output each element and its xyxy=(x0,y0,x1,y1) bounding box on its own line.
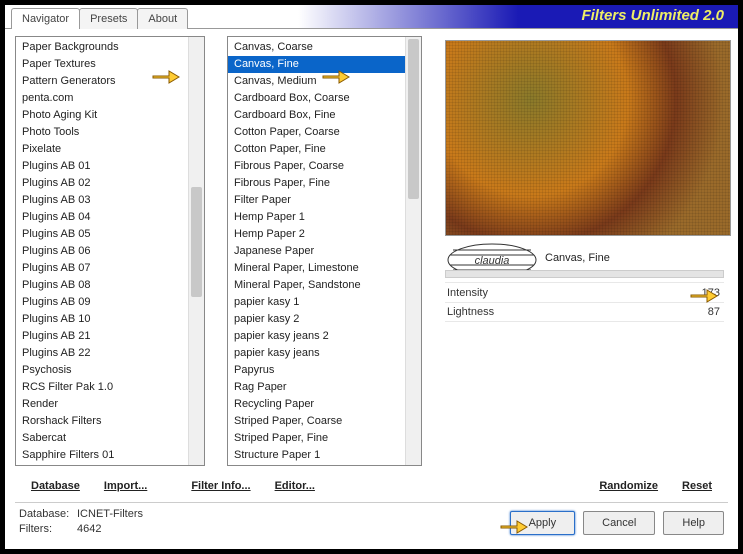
pointer-icon xyxy=(499,515,529,537)
list-item[interactable]: Plugins AB 09 xyxy=(16,294,204,311)
param-label: Lightness xyxy=(445,306,708,318)
list-item[interactable]: Plugins AB 06 xyxy=(16,243,204,260)
list-item[interactable]: Striped Paper, Fine xyxy=(228,430,421,447)
param-intensity[interactable]: Intensity 173 xyxy=(445,282,724,302)
list-item[interactable]: penta.com xyxy=(16,90,204,107)
list-item[interactable]: Photo Tools xyxy=(16,124,204,141)
pointer-icon xyxy=(689,284,719,306)
param-value: 87 xyxy=(708,306,724,318)
list-item[interactable]: Papyrus xyxy=(228,362,421,379)
list-item[interactable]: Fibrous Paper, Fine xyxy=(228,175,421,192)
current-filter-name: Canvas, Fine xyxy=(545,252,610,264)
list-item[interactable]: Striped Paper, Coarse xyxy=(228,413,421,430)
app-title: Filters Unlimited 2.0 xyxy=(581,7,724,24)
pointer-icon xyxy=(151,65,181,87)
list-item[interactable]: Plugins AB 03 xyxy=(16,192,204,209)
list-item[interactable]: Render xyxy=(16,396,204,413)
list-item[interactable]: Fibrous Paper, Coarse xyxy=(228,158,421,175)
list-item[interactable]: Cardboard Box, Fine xyxy=(228,107,421,124)
list-item[interactable]: Rag Paper xyxy=(228,379,421,396)
link-randomize[interactable]: Randomize xyxy=(587,474,670,498)
param-label: Intensity xyxy=(445,287,702,299)
list-item[interactable]: Hemp Paper 2 xyxy=(228,226,421,243)
list-item[interactable]: Japanese Paper xyxy=(228,243,421,260)
list-item[interactable]: Plugins AB 05 xyxy=(16,226,204,243)
list-item[interactable]: Plugins AB 21 xyxy=(16,328,204,345)
status-info: Database:ICNET-Filters Filters:4642 xyxy=(19,507,143,537)
help-button[interactable]: Help xyxy=(663,511,724,535)
link-row-right: Randomize Reset xyxy=(587,474,724,498)
link-row-left: Database Import... Filter Info... Editor… xyxy=(19,474,327,498)
status-filters-value: 4642 xyxy=(77,523,101,535)
tab-navigator[interactable]: Navigator xyxy=(11,8,80,29)
list-item[interactable]: Hemp Paper 1 xyxy=(228,209,421,226)
button-row: Apply Cancel Help xyxy=(510,511,724,535)
list-item[interactable]: Cotton Paper, Fine xyxy=(228,141,421,158)
param-lightness[interactable]: Lightness 87 xyxy=(445,302,724,322)
list-item[interactable]: Cardboard Box, Coarse xyxy=(228,90,421,107)
tabset: Navigator Presets About xyxy=(11,8,187,29)
preview-image xyxy=(445,40,731,236)
list-item[interactable]: Plugins AB 08 xyxy=(16,277,204,294)
svg-text:claudia: claudia xyxy=(475,255,510,267)
pointer-icon xyxy=(321,65,351,87)
link-import[interactable]: Import... xyxy=(92,474,159,498)
tab-presets[interactable]: Presets xyxy=(79,8,138,29)
list-item[interactable]: papier kasy 2 xyxy=(228,311,421,328)
tab-about[interactable]: About xyxy=(137,8,188,29)
list-item[interactable]: Recycling Paper xyxy=(228,396,421,413)
list-item[interactable]: Psychosis xyxy=(16,362,204,379)
status-db-label: Database: xyxy=(19,507,77,522)
link-filter-info[interactable]: Filter Info... xyxy=(179,474,262,498)
list-item[interactable]: Canvas, Coarse xyxy=(228,39,421,56)
parameter-list: Intensity 173 Lightness 87 xyxy=(445,282,724,322)
link-editor[interactable]: Editor... xyxy=(263,474,327,498)
list-item[interactable]: Plugins AB 10 xyxy=(16,311,204,328)
list-item[interactable]: Pixelate xyxy=(16,141,204,158)
list-item[interactable]: Paper Backgrounds xyxy=(16,39,204,56)
status-db-value: ICNET-Filters xyxy=(77,508,143,520)
list-item[interactable]: papier kasy 1 xyxy=(228,294,421,311)
list-item[interactable]: papier kasy jeans xyxy=(228,345,421,362)
list-item[interactable]: Rorshack Filters xyxy=(16,413,204,430)
list-item[interactable]: Plugins AB 01 xyxy=(16,158,204,175)
titlebar: Navigator Presets About Filters Unlimite… xyxy=(5,5,738,29)
filter-list[interactable]: Canvas, CoarseCanvas, FineCanvas, Medium… xyxy=(227,36,422,466)
window: Navigator Presets About Filters Unlimite… xyxy=(4,4,739,550)
content-area: Paper BackgroundsPaper TexturesPattern G… xyxy=(9,30,734,545)
link-database[interactable]: Database xyxy=(19,474,92,498)
list-item[interactable]: Sabercat xyxy=(16,430,204,447)
list-item[interactable]: papier kasy jeans 2 xyxy=(228,328,421,345)
list-item[interactable]: Plugins AB 02 xyxy=(16,175,204,192)
divider xyxy=(15,502,728,503)
category-list[interactable]: Paper BackgroundsPaper TexturesPattern G… xyxy=(15,36,205,466)
link-reset[interactable]: Reset xyxy=(670,474,724,498)
status-filters-label: Filters: xyxy=(19,522,77,537)
list-item[interactable]: Filter Paper xyxy=(228,192,421,209)
list-item[interactable]: Structure Paper 1 xyxy=(228,447,421,464)
cancel-button[interactable]: Cancel xyxy=(583,511,655,535)
scrollbar[interactable] xyxy=(188,37,204,465)
list-item[interactable]: RCS Filter Pak 1.0 xyxy=(16,379,204,396)
list-item[interactable]: Mineral Paper, Limestone xyxy=(228,260,421,277)
separator-bar xyxy=(445,270,724,278)
list-item[interactable]: Cotton Paper, Coarse xyxy=(228,124,421,141)
list-item[interactable]: Plugins AB 07 xyxy=(16,260,204,277)
list-item[interactable]: Plugins AB 04 xyxy=(16,209,204,226)
scrollbar[interactable] xyxy=(405,37,421,465)
list-item[interactable]: Plugins AB 22 xyxy=(16,345,204,362)
list-item[interactable]: Photo Aging Kit xyxy=(16,107,204,124)
list-item[interactable]: Sapphire Filters 01 xyxy=(16,447,204,464)
list-item[interactable]: Mineral Paper, Sandstone xyxy=(228,277,421,294)
